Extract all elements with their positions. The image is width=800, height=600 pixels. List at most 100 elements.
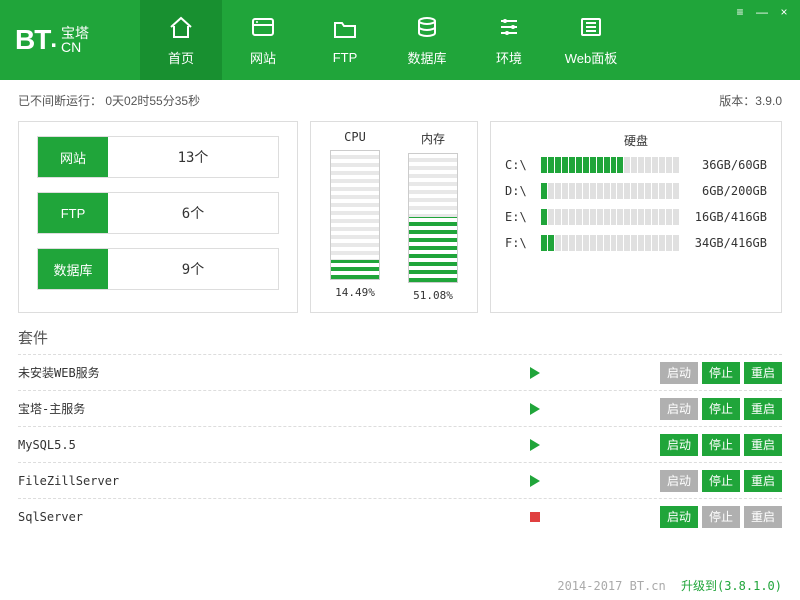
disk-bar [541,157,679,173]
count-value: 6个 [108,203,278,223]
nav-label: 环境 [496,48,522,67]
panel-disks: 硬盘 C:\ 36GB/60GB D:\ 6GB/200GB E:\ 16GB/41… [490,121,782,313]
count-label: 网站 [38,137,108,177]
count-value: 13个 [108,147,278,167]
nav-item-db[interactable]: 数据库 [386,0,468,80]
panel-counts: 网站13个 FTP6个数据库9个 [18,121,298,313]
logo-text-zh: 宝塔 [61,26,89,40]
disk-row: C:\ 36GB/60GB [505,157,767,173]
count-label: 数据库 [38,249,108,289]
gauge-title: CPU [344,130,366,144]
service-row: MySQL5.5 启动 停止 重启 [18,426,782,462]
uptime-value: 0天02时55分35秒 [105,94,200,108]
logo: BT . 宝塔 CN [0,24,140,56]
gauge-bar [330,150,380,280]
disk-size: 6GB/200GB [687,184,767,198]
stop-button[interactable]: 停止 [702,362,740,384]
nav-label: 首页 [168,48,194,67]
start-button[interactable]: 启动 [660,362,698,384]
disk-size: 34GB/416GB [687,236,767,250]
nav-item-folder[interactable]: FTP [304,0,386,80]
disk-name: F:\ [505,236,533,250]
disk-bar [541,209,679,225]
stop-button[interactable]: 停止 [702,470,740,492]
play-icon [530,367,540,379]
services-title: 套件 [18,327,782,348]
folder-icon [331,15,359,50]
sliders-icon [495,13,523,48]
service-buttons: 启动 停止 重启 [660,398,782,420]
version-label: 版本：3.9.0 [719,92,782,109]
footer: 2014-2017 BT.cn 升级到(3.8.1.0) [557,577,782,594]
play-icon [530,475,540,487]
start-button[interactable]: 启动 [660,470,698,492]
nav-item-browser[interactable]: 网站 [222,0,304,80]
services: 套件 未安装WEB服务 启动 停止 重启 宝塔-主服务 启动 停止 重启 MyS… [18,327,782,534]
disk-row: E:\ 16GB/416GB [505,209,767,225]
nav-item-panel[interactable]: Web面板 [550,0,632,80]
service-name: SqlServer [18,510,530,524]
header: BT . 宝塔 CN 首页 网站 FTP 数据库 环境 Web面板 ≡ — × [0,0,800,80]
logo-text-cn: CN [61,40,89,54]
gauge-title: 内存 [421,130,445,147]
uptime-label: 已不间断运行： [18,94,102,108]
count-label: FTP [38,193,108,233]
disk-row: D:\ 6GB/200GB [505,183,767,199]
restart-button[interactable]: 重启 [744,506,782,528]
stop-button[interactable]: 停止 [702,434,740,456]
service-buttons: 启动 停止 重启 [660,470,782,492]
logo-dot: . [50,26,57,54]
service-row: FileZillServer 启动 停止 重启 [18,462,782,498]
status-bar: 已不间断运行： 0天02时55分35秒 版本：3.9.0 [18,92,782,109]
service-row: 未安装WEB服务 启动 停止 重启 [18,354,782,390]
stop-button[interactable]: 停止 [702,398,740,420]
content: 已不间断运行： 0天02时55分35秒 版本：3.9.0 网站13个 FTP6个数… [0,80,800,546]
service-row: SqlServer 启动 停止 重启 [18,498,782,534]
disk-name: E:\ [505,210,533,224]
service-buttons: 启动 停止 重启 [660,434,782,456]
service-row: 宝塔-主服务 启动 停止 重启 [18,390,782,426]
panels: 网站13个 FTP6个数据库9个 CPU 14.49% 内存 51.08% 硬盘 C… [18,121,782,313]
copyright: 2014-2017 BT.cn [557,579,665,593]
count-row[interactable]: 网站13个 [37,136,279,178]
nav-label: Web面板 [565,48,618,67]
nav-item-home[interactable]: 首页 [140,0,222,80]
nav: 首页 网站 FTP 数据库 环境 Web面板 [140,0,632,80]
panel-icon [577,13,605,48]
logo-text-bt: BT [15,24,50,56]
disk-bar [541,183,679,199]
gauge-cpu: CPU 14.49% [325,130,385,302]
disk-name: D:\ [505,184,533,198]
upgrade-link[interactable]: 升级到(3.8.1.0) [681,579,782,593]
disk-row: F:\ 34GB/416GB [505,235,767,251]
restart-button[interactable]: 重启 [744,362,782,384]
count-value: 9个 [108,259,278,279]
gauge-percent: 51.08% [413,289,453,302]
menu-button[interactable]: ≡ [730,4,750,20]
panel-gauges: CPU 14.49% 内存 51.08% [310,121,478,313]
count-row[interactable]: FTP6个 [37,192,279,234]
browser-icon [249,13,277,48]
restart-button[interactable]: 重启 [744,434,782,456]
restart-button[interactable]: 重启 [744,470,782,492]
start-button[interactable]: 启动 [660,506,698,528]
minimize-button[interactable]: — [752,4,772,20]
restart-button[interactable]: 重启 [744,398,782,420]
disk-bar [541,235,679,251]
nav-item-sliders[interactable]: 环境 [468,0,550,80]
disk-size: 36GB/60GB [687,158,767,172]
gauge-percent: 14.49% [335,286,375,299]
gauge-内存: 内存 51.08% [403,130,463,302]
window-controls: ≡ — × [730,4,794,20]
count-row[interactable]: 数据库9个 [37,248,279,290]
close-button[interactable]: × [774,4,794,20]
stop-button[interactable]: 停止 [702,506,740,528]
service-name: MySQL5.5 [18,438,530,452]
play-icon [530,439,540,451]
disks-title: 硬盘 [505,132,767,149]
nav-label: FTP [333,50,358,65]
nav-label: 数据库 [407,48,446,67]
start-button[interactable]: 启动 [660,398,698,420]
start-button[interactable]: 启动 [660,434,698,456]
service-buttons: 启动 停止 重启 [660,362,782,384]
